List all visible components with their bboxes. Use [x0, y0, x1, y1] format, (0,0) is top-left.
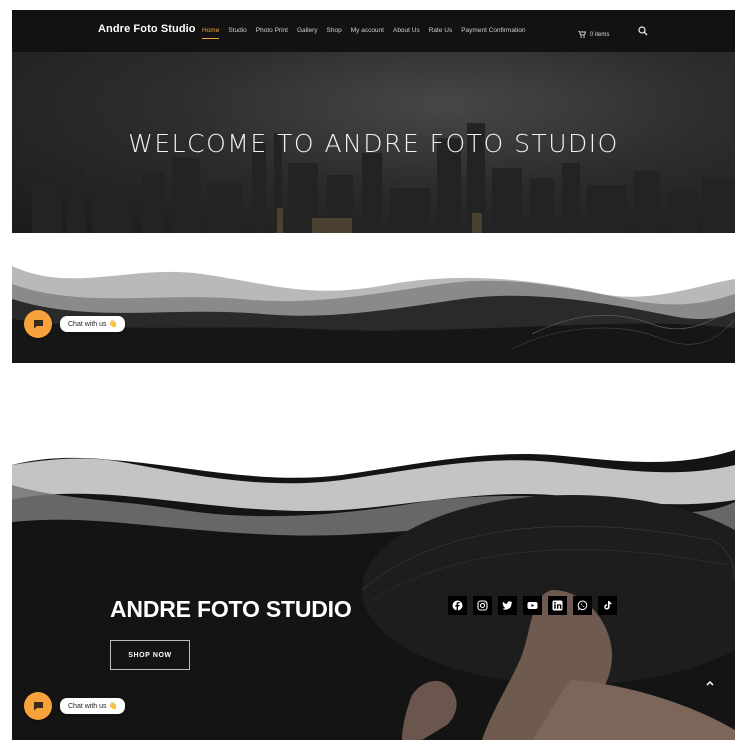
menu-item-my-account[interactable]: My account: [351, 27, 384, 39]
menu-item-about-us[interactable]: About Us: [393, 27, 420, 39]
linkedin-icon[interactable]: [548, 596, 567, 615]
youtube-icon[interactable]: [523, 596, 542, 615]
scroll-to-top-button[interactable]: [706, 678, 714, 689]
chat-button[interactable]: [24, 692, 52, 720]
menu-item-payment-confirmation[interactable]: Payment Confirmation: [461, 27, 525, 39]
shop-now-button[interactable]: SHOP NOW: [110, 640, 190, 670]
wave-divider-image: [12, 254, 735, 363]
hero-title: WELCOME TO ANDRE FOTO STUDIO: [128, 129, 619, 158]
menu-item-photo-print[interactable]: Photo Print: [256, 27, 288, 39]
menu-item-rate-us[interactable]: Rate Us: [429, 27, 452, 39]
chat-widget[interactable]: Chat with us 👋: [24, 310, 126, 338]
menu-item-shop[interactable]: Shop: [327, 27, 342, 39]
hero-banner: Andre Foto Studio Home Studio Photo Prin…: [12, 10, 735, 233]
section-title: ANDRE FOTO STUDIO: [110, 596, 352, 622]
cart-link[interactable]: 0 items: [578, 31, 609, 38]
menu-item-studio[interactable]: Studio: [228, 27, 246, 39]
main-menu: Home Studio Photo Print Gallery Shop My …: [202, 27, 526, 39]
instagram-icon[interactable]: [473, 596, 492, 615]
cart-icon: [578, 31, 586, 38]
whatsapp-icon[interactable]: [573, 596, 592, 615]
site-logo[interactable]: Andre Foto Studio: [98, 23, 196, 35]
search-icon[interactable]: [638, 26, 648, 36]
menu-item-gallery[interactable]: Gallery: [297, 27, 318, 39]
menu-item-home[interactable]: Home: [202, 27, 220, 39]
cart-count: 0 items: [590, 31, 610, 38]
twitter-icon[interactable]: [498, 596, 517, 615]
chat-widget-bottom[interactable]: Chat with us 👋: [24, 692, 126, 720]
social-links: [448, 596, 617, 615]
navigation-bar: Andre Foto Studio Home Studio Photo Prin…: [12, 10, 735, 52]
facebook-icon[interactable]: [448, 596, 467, 615]
chat-icon: [33, 702, 43, 711]
chat-label[interactable]: Chat with us 👋: [60, 698, 126, 714]
chevron-up-icon: [706, 680, 714, 686]
chat-icon: [33, 320, 43, 329]
chat-label[interactable]: Chat with us 👋: [60, 316, 126, 332]
tiktok-icon[interactable]: [598, 596, 617, 615]
chat-button[interactable]: [24, 310, 52, 338]
